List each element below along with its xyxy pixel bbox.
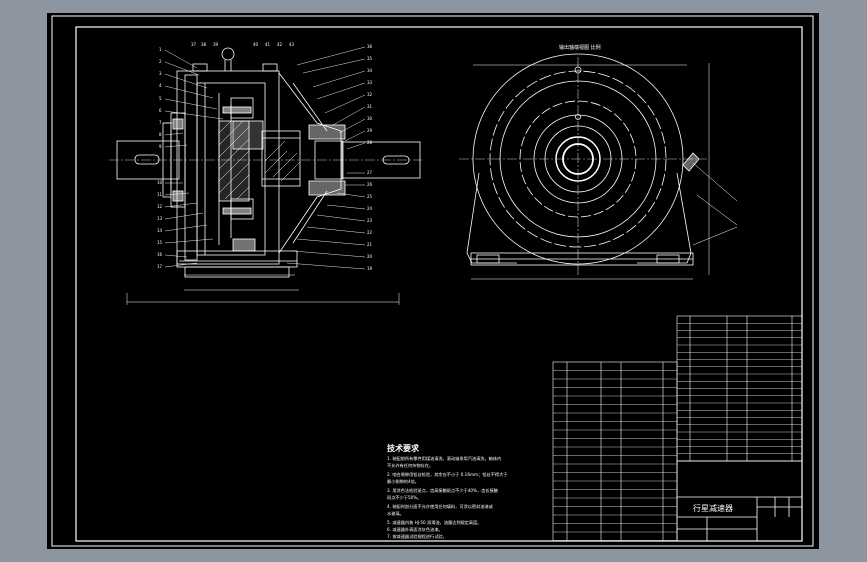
svg-text:10: 10 xyxy=(157,180,163,185)
svg-text:35: 35 xyxy=(367,56,373,61)
svg-text:30: 30 xyxy=(367,116,373,121)
svg-text:5: 5 xyxy=(159,96,162,101)
side-view-caption: 输出轴端视图 比例 xyxy=(559,44,601,51)
svg-text:14: 14 xyxy=(157,228,163,233)
svg-text:32: 32 xyxy=(367,92,373,97)
left-part-numbers: 123 456 789 101112 131415 1617 xyxy=(157,47,163,269)
svg-text:36: 36 xyxy=(367,44,373,49)
svg-text:42: 42 xyxy=(277,42,283,47)
section-view xyxy=(109,47,422,305)
svg-text:26: 26 xyxy=(367,182,373,187)
parts-list-upper-rows xyxy=(677,323,802,454)
svg-text:15: 15 xyxy=(157,240,163,245)
svg-text:21: 21 xyxy=(367,242,373,247)
svg-text:7: 7 xyxy=(159,120,162,125)
svg-text:13: 13 xyxy=(157,216,163,221)
note-line: 3. 用涂色法检验斑点，齿高接触斑点不少于40%，齿长接触 xyxy=(387,487,499,494)
note-line: 7. 按减速器试验规程进行试验。 xyxy=(387,533,447,540)
foot-right xyxy=(637,172,692,264)
svg-text:25: 25 xyxy=(367,194,373,199)
svg-text:40: 40 xyxy=(253,42,259,47)
notes-title: 技术要求 xyxy=(387,443,420,453)
right-leader-lines xyxy=(286,46,366,270)
note-line: 水玻璃。 xyxy=(387,510,404,517)
right-part-numbers: 36 35 34 33 32 31 30 29 28 27 26 25 24 23 22 21 20 1… xyxy=(367,44,373,271)
note-line: 不允许有任何杂物存在。 xyxy=(387,462,433,469)
left-leader-lines xyxy=(164,49,224,268)
svg-text:37: 37 xyxy=(191,42,197,47)
svg-text:29: 29 xyxy=(367,128,373,133)
svg-text:12: 12 xyxy=(157,204,163,209)
cad-viewport[interactable]: 123 456 789 10 11 12 13 14 15 16 17 36 35 34 33… xyxy=(47,13,819,549)
svg-text:17: 17 xyxy=(157,264,163,269)
output-cover xyxy=(278,72,342,254)
parts-list-lower-rows xyxy=(553,370,677,541)
svg-text:38: 38 xyxy=(201,42,207,47)
svg-text:41: 41 xyxy=(265,42,271,47)
note-line: 最小侧隙的4倍。 xyxy=(387,478,419,485)
parts-list-lower xyxy=(552,361,678,542)
side-view xyxy=(459,53,738,280)
svg-text:2: 2 xyxy=(159,59,162,64)
svg-text:33: 33 xyxy=(367,80,373,85)
note-line: 6. 减速器外表面涂灰色油漆。 xyxy=(387,526,443,533)
svg-text:9: 9 xyxy=(159,144,162,149)
note-line: 4. 装配时剖分面不允许使用任何填料，可涂以密封油漆或 xyxy=(387,503,494,510)
svg-text:3: 3 xyxy=(159,71,162,76)
lifting-eye xyxy=(221,47,235,61)
svg-text:22: 22 xyxy=(367,230,373,235)
svg-text:31: 31 xyxy=(367,104,373,109)
note-line: 1. 装配前所有零件用煤油清洗，滚动轴承用汽油清洗，箱体内 xyxy=(387,455,501,462)
svg-text:6: 6 xyxy=(159,108,162,113)
svg-text:20: 20 xyxy=(367,254,373,259)
svg-text:24: 24 xyxy=(367,206,373,211)
title-block xyxy=(676,460,803,542)
svg-text:27: 27 xyxy=(367,170,373,175)
engineering-drawing: 123 456 789 101112 131415 1617 363534 33… xyxy=(51,15,814,547)
note-line: 5. 减速器内装 HJ-50 润滑油，油量达到规定高度。 xyxy=(387,519,481,526)
svg-text:16: 16 xyxy=(157,252,163,257)
svg-text:39: 39 xyxy=(213,42,219,47)
technical-notes: 技术要求 1. 装配前所有零件用煤油清洗，滚动轴承用汽油清洗，箱体内 不允许有任… xyxy=(387,443,507,540)
svg-text:1: 1 xyxy=(159,47,162,52)
svg-text:4: 4 xyxy=(159,83,162,88)
top-part-numbers: 37 38 39 40 41 42 43 xyxy=(191,42,295,47)
note-line: 2. 啮合侧隙用铅丝检验，其余应不小于 0.16mm；铅丝不得大于 xyxy=(387,471,507,478)
svg-text:34: 34 xyxy=(367,68,373,73)
svg-text:28: 28 xyxy=(367,140,373,145)
note-line: 斑点不少于50%。 xyxy=(387,494,421,501)
drawing-title: 行星减速器 xyxy=(693,503,733,513)
svg-text:43: 43 xyxy=(289,42,295,47)
svg-text:8: 8 xyxy=(159,132,162,137)
svg-text:23: 23 xyxy=(367,218,373,223)
foot-left xyxy=(466,172,517,264)
svg-text:11: 11 xyxy=(157,192,163,197)
svg-text:19: 19 xyxy=(367,266,373,271)
breather xyxy=(682,152,700,172)
